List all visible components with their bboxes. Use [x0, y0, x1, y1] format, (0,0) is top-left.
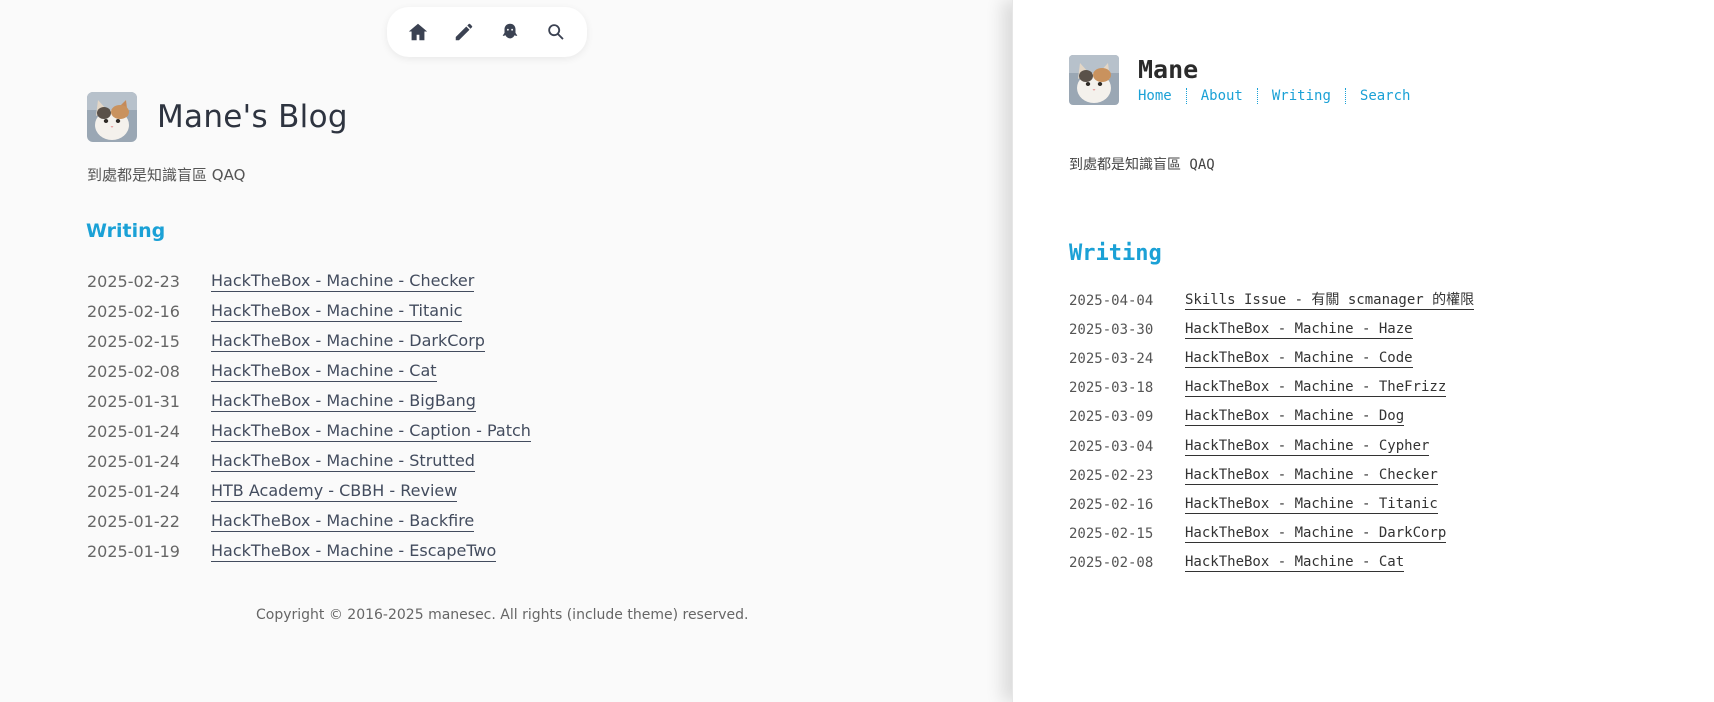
post-date: 2025-02-16 — [87, 301, 180, 321]
list-item: 2025-02-15 HackTheBox - Machine - DarkCor… — [87, 326, 531, 356]
post-date: 2025-03-18 — [1069, 380, 1154, 397]
post-link[interactable]: HackTheBox - Machine - Cypher — [1185, 438, 1430, 456]
site-subtitle: 到處都是知識盲區 QAQ — [1069, 157, 1215, 173]
post-link[interactable]: HackTheBox - Machine - Cat — [1185, 554, 1405, 573]
post-link[interactable]: HackTheBox - Machine - DarkCorp — [211, 331, 485, 352]
post-link[interactable]: HackTheBox - Machine - Code — [1185, 350, 1413, 368]
post-date: 2025-02-23 — [1069, 467, 1154, 484]
list-item: 2025-03-18 HackTheBox - Machine - TheFriz… — [1069, 374, 1474, 403]
left-pane: Mane's Blog 到處都是知識盲區 QAQ Writing 2025-02… — [0, 0, 1012, 702]
nav-writing[interactable]: Writing — [1256, 88, 1345, 104]
home-icon[interactable] — [403, 17, 433, 47]
list-item: 2025-02-23 HackTheBox - Machine - Checker — [87, 266, 531, 296]
post-link[interactable]: HackTheBox - Machine - TheFrizz — [1185, 379, 1447, 398]
page-title: Mane's Blog — [157, 99, 348, 135]
site-header: Mane Home About Writing Search — [1069, 55, 1424, 105]
header-text: Mane Home About Writing Search — [1138, 56, 1424, 104]
post-date: 2025-02-23 — [87, 271, 180, 291]
post-link[interactable]: HackTheBox - Machine - Dog — [1185, 408, 1405, 427]
post-link[interactable]: HackTheBox - Machine - DarkCorp — [1185, 525, 1447, 544]
blog-header: Mane's Blog — [87, 92, 348, 142]
post-date: 2025-02-08 — [1069, 555, 1154, 572]
list-item: 2025-01-24 HTB Academy - CBBH - Review — [87, 476, 531, 506]
post-date: 2025-03-24 — [1069, 350, 1154, 367]
list-item: 2025-01-24 HackTheBox - Machine - Strutte… — [87, 446, 531, 476]
post-date: 2025-01-24 — [87, 481, 180, 501]
post-link[interactable]: HackTheBox - Machine - Titanic — [1185, 496, 1438, 514]
right-pane: Mane Home About Writing Search 到處都是知識盲區 … — [1012, 0, 1714, 702]
avatar[interactable] — [87, 92, 137, 142]
post-link[interactable]: Skills Issue - 有關 scmanager 的權限 — [1185, 292, 1475, 310]
post-date: 2025-02-15 — [87, 331, 180, 351]
list-item: 2025-03-24 HackTheBox - Machine - Code — [1069, 344, 1474, 373]
nav-home[interactable]: Home — [1138, 88, 1186, 104]
list-item: 2025-01-22 HackTheBox - Machine - Backfir… — [87, 506, 531, 536]
post-link[interactable]: HackTheBox - Machine - EscapeTwo — [211, 541, 497, 562]
section-heading-writing: Writing — [1069, 241, 1162, 266]
post-date: 2025-01-24 — [87, 421, 180, 441]
post-date: 2025-01-31 — [87, 391, 180, 411]
post-date: 2025-03-09 — [1069, 409, 1154, 426]
blog-subtitle: 到處都是知識盲區 QAQ — [87, 166, 246, 184]
list-item: 2025-02-23 HackTheBox - Machine - Checker — [1069, 461, 1474, 490]
post-link[interactable]: HackTheBox - Machine - Titanic — [211, 301, 463, 322]
post-link[interactable]: HackTheBox - Machine - Checker — [1185, 467, 1438, 485]
list-item: 2025-01-24 HackTheBox - Machine - Caption… — [87, 416, 531, 446]
list-item: 2025-02-08 HackTheBox - Machine - Cat — [1069, 549, 1474, 578]
main-nav: Home About Writing Search — [1138, 88, 1424, 104]
post-link[interactable]: HackTheBox - Machine - Haze — [1185, 321, 1413, 339]
post-list: 2025-02-23 HackTheBox - Machine - Checker… — [87, 266, 531, 566]
post-date: 2025-01-19 — [87, 541, 180, 561]
post-link[interactable]: HackTheBox - Machine - BigBang — [211, 391, 476, 412]
pencil-icon[interactable] — [449, 17, 479, 47]
post-link[interactable]: HackTheBox - Machine - Cat — [211, 361, 437, 382]
list-item: 2025-04-04 Skills Issue - 有關 scmanager 的權… — [1069, 286, 1475, 315]
post-link[interactable]: HackTheBox - Machine - Caption - Patch — [211, 421, 531, 442]
ghost-icon[interactable] — [495, 17, 525, 47]
top-nav-bar — [387, 7, 587, 57]
post-date: 2025-02-16 — [1069, 496, 1154, 513]
list-item: 2025-02-16 HackTheBox - Machine - Titanic — [87, 296, 531, 326]
section-heading-writing: Writing — [86, 220, 166, 242]
list-item: 2025-01-31 HackTheBox - Machine - BigBang — [87, 386, 531, 416]
post-link[interactable]: HTB Academy - CBBH - Review — [211, 481, 458, 502]
post-date: 2025-03-30 — [1069, 321, 1154, 338]
list-item: 2025-02-15 HackTheBox - Machine - DarkCor… — [1069, 520, 1474, 549]
site-title: Mane — [1138, 55, 1199, 84]
post-date: 2025-01-24 — [87, 451, 180, 471]
list-item: 2025-02-08 HackTheBox - Machine - Cat — [87, 356, 531, 386]
post-date: 2025-02-08 — [87, 361, 180, 381]
copyright-footer: Copyright © 2016-2025 manesec. All right… — [256, 607, 749, 623]
post-list: 2025-04-04 Skills Issue - 有關 scmanager 的權… — [1069, 286, 1475, 578]
avatar[interactable] — [1069, 55, 1119, 105]
post-link[interactable]: HackTheBox - Machine - Backfire — [211, 511, 475, 532]
post-date: 2025-03-04 — [1069, 438, 1154, 455]
search-icon[interactable] — [541, 17, 571, 47]
post-date: 2025-02-15 — [1069, 526, 1154, 543]
post-date: 2025-01-22 — [87, 511, 180, 531]
post-link[interactable]: HackTheBox - Machine - Checker — [211, 271, 475, 292]
nav-search[interactable]: Search — [1344, 88, 1425, 104]
list-item: 2025-03-30 HackTheBox - Machine - Haze — [1069, 315, 1474, 344]
post-date: 2025-04-04 — [1069, 292, 1154, 309]
list-item: 2025-03-09 HackTheBox - Machine - Dog — [1069, 403, 1474, 432]
nav-about[interactable]: About — [1185, 88, 1257, 104]
list-item: 2025-01-19 HackTheBox - Machine - EscapeT… — [87, 536, 531, 566]
post-link[interactable]: HackTheBox - Machine - Strutted — [211, 451, 475, 472]
list-item: 2025-02-16 HackTheBox - Machine - Titanic — [1069, 490, 1474, 519]
list-item: 2025-03-04 HackTheBox - Machine - Cypher — [1069, 432, 1474, 461]
